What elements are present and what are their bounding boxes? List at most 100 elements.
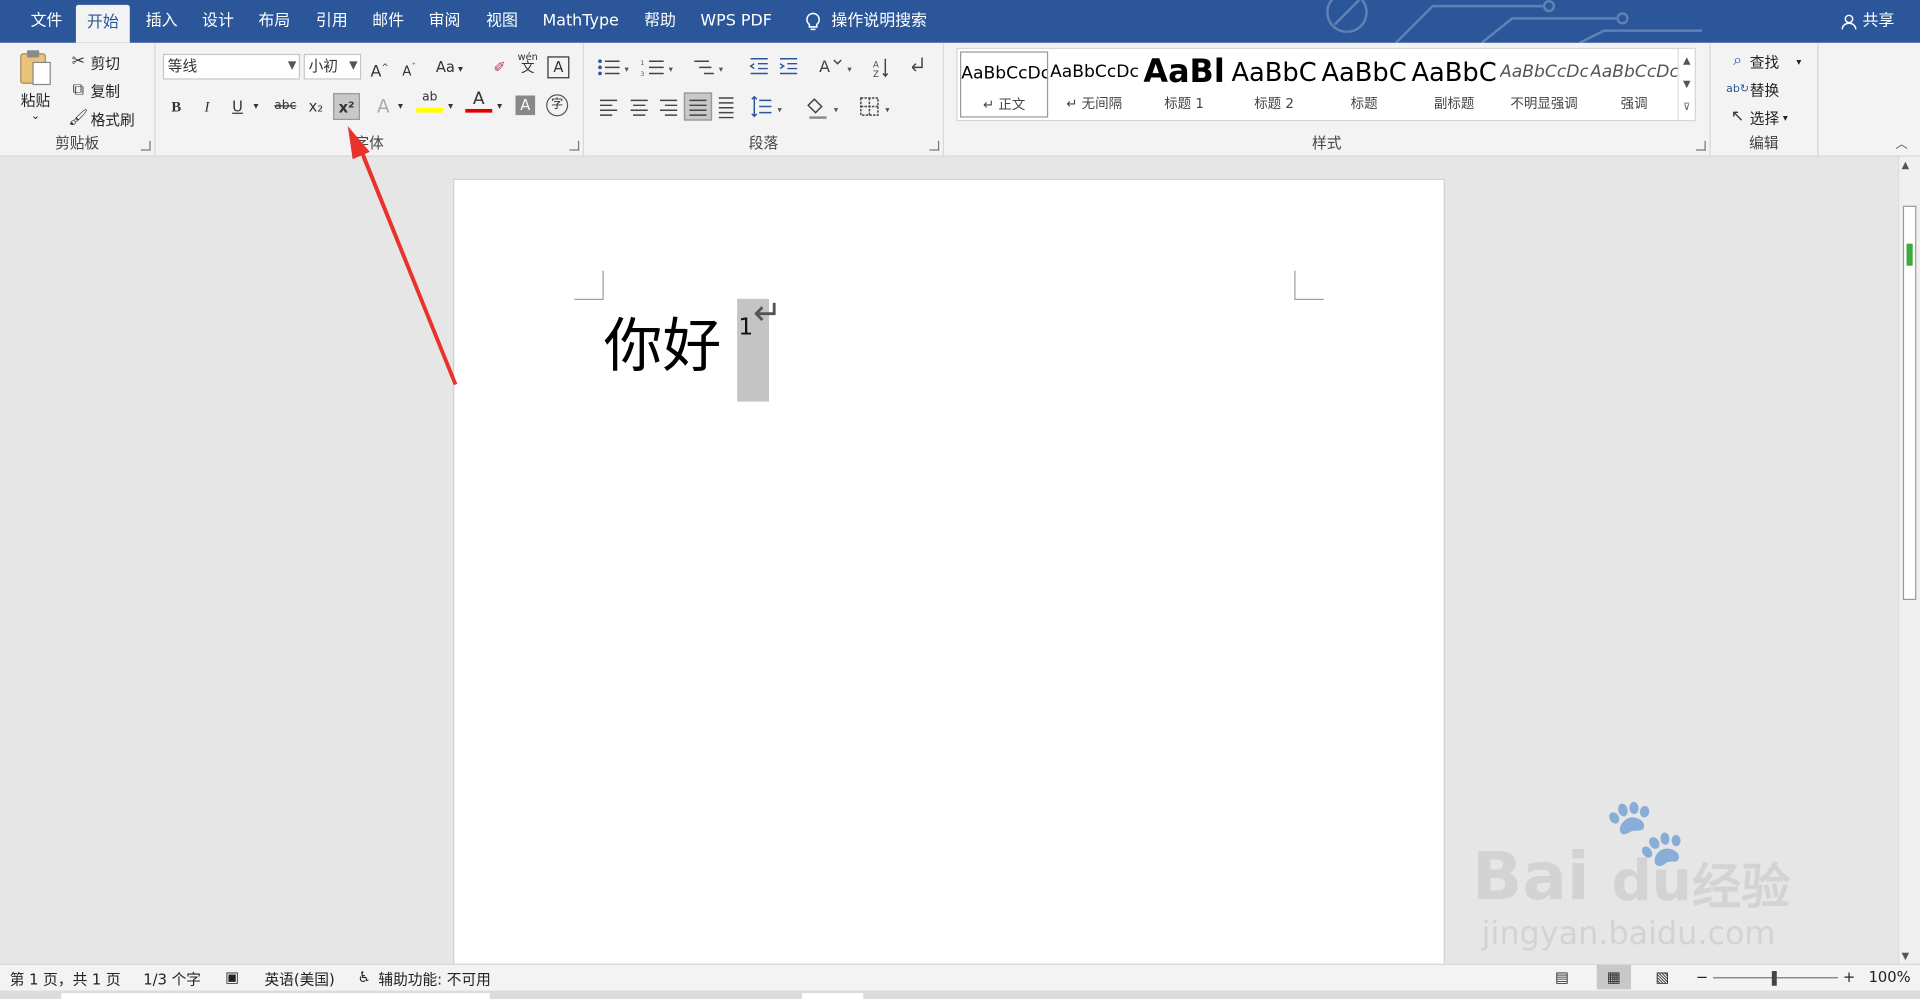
shrink-font-button[interactable]: Aˇ [396, 54, 423, 81]
highlight-button[interactable]: ab [416, 89, 444, 116]
share-button[interactable]: 共享 [1829, 0, 1905, 43]
tab-5[interactable]: 引用 [305, 0, 359, 43]
tab-8[interactable]: 视图 [475, 0, 529, 43]
align-left-icon[interactable] [600, 99, 618, 116]
vertical-scrollbar[interactable]: ▲ ▼ [1897, 156, 1920, 964]
align-center-icon[interactable] [630, 99, 648, 116]
style-item[interactable]: AaBbCcDc 强调 [1590, 51, 1678, 117]
zoom-out-button[interactable]: − [1696, 969, 1708, 986]
shading-icon[interactable] [807, 98, 827, 119]
scroll-thumb[interactable] [1902, 205, 1917, 601]
justify-button[interactable] [683, 92, 713, 121]
line-spacing-dropdown-icon[interactable]: ▾ [778, 106, 783, 116]
find-dropdown-icon[interactable]: ▾ [1796, 56, 1801, 67]
proofing-icon[interactable]: ▣ [225, 969, 239, 986]
decrease-indent-icon[interactable] [749, 58, 768, 75]
styles-launcher-icon[interactable] [1695, 140, 1706, 151]
font-name-combo[interactable]: 等线 ▼ [162, 53, 301, 80]
styles-down-icon[interactable]: ▼ [1679, 72, 1695, 95]
tab-3[interactable]: 设计 [191, 0, 245, 43]
text-effects-dropdown-icon[interactable]: ▾ [393, 93, 408, 120]
styles-up-icon[interactable]: ▲ [1679, 49, 1695, 72]
tab-6[interactable]: 邮件 [361, 0, 415, 43]
styles-scroll[interactable]: ▲ ▼ ⊽ [1677, 48, 1695, 121]
grow-font-button[interactable]: A^ [366, 54, 393, 81]
clear-format-icon[interactable]: ✐ [486, 54, 513, 81]
cut-button[interactable]: ✂ 剪切 [66, 50, 120, 74]
highlight-dropdown-icon[interactable]: ▾ [443, 93, 458, 120]
print-layout-icon[interactable]: ▦ [1596, 964, 1632, 990]
font-launcher-icon[interactable] [569, 140, 580, 151]
enclose-characters-button[interactable]: 字 [546, 94, 569, 117]
line-spacing-icon[interactable] [751, 95, 772, 118]
tab-1[interactable]: 开始 [75, 4, 130, 43]
accessibility-status[interactable]: 辅助功能: 不可用 [378, 969, 490, 990]
style-item[interactable]: AaBbCcDc ↵ 无间隔 [1050, 51, 1138, 117]
select-button[interactable]: ↖ 选择 ▾ [1725, 105, 1788, 129]
format-painter-button[interactable]: 🖌 格式刷 [66, 107, 134, 131]
tab-11[interactable]: WPS PDF [689, 0, 783, 43]
multilevel-dropdown-icon[interactable]: ▾ [719, 65, 724, 75]
chinese-layout-icon[interactable]: A [819, 57, 842, 76]
borders-dropdown-icon[interactable]: ▾ [885, 106, 890, 116]
word-count[interactable]: 1/3 个字 [143, 969, 201, 990]
styles-more-icon[interactable]: ⊽ [1679, 96, 1695, 119]
replace-button[interactable]: ab↻ 替换 [1725, 77, 1779, 101]
style-item[interactable]: AaBbC 标题 [1320, 51, 1408, 117]
numbering-dropdown-icon[interactable]: ▾ [669, 65, 674, 75]
superscript-button[interactable]: x² [333, 93, 361, 121]
read-mode-icon[interactable]: ▤ [1555, 969, 1569, 986]
tab-9[interactable]: MathType [531, 0, 629, 43]
style-item[interactable]: AaBbC 标题 2 [1230, 51, 1318, 117]
paragraph-launcher-icon[interactable] [929, 140, 940, 151]
align-right-icon[interactable] [660, 99, 678, 116]
subscript-button[interactable]: x₂ [302, 93, 329, 120]
borders-icon[interactable] [860, 97, 879, 116]
paste-dropdown-icon[interactable]: ⌄ [31, 110, 40, 122]
underline-button[interactable]: U [224, 93, 251, 120]
style-item[interactable]: AaBbCcDc ↵ 正文 [960, 51, 1049, 118]
bullets-icon[interactable] [598, 59, 620, 76]
style-item[interactable]: AaBbC 副标题 [1410, 51, 1498, 117]
italic-button[interactable]: I [193, 93, 220, 120]
font-color-dropdown-icon[interactable]: ▾ [492, 93, 507, 120]
scroll-up-icon[interactable]: ▲ [1902, 159, 1910, 170]
font-size-combo[interactable]: 小初 ▼ [303, 53, 362, 80]
collapse-ribbon-icon[interactable]: ︿ [1896, 133, 1908, 151]
web-layout-icon[interactable]: ▧ [1656, 969, 1670, 986]
zoom-slider-thumb[interactable] [1771, 971, 1777, 986]
show-marks-icon[interactable] [911, 57, 923, 72]
character-shading-button[interactable]: A [515, 95, 536, 116]
character-border-button[interactable]: A [547, 56, 570, 79]
scroll-down-icon[interactable]: ▼ [1902, 950, 1910, 961]
paste-button[interactable]: 粘贴 ⌄ [12, 48, 59, 126]
copy-button[interactable]: ⧉ 复制 [66, 78, 120, 102]
tab-7[interactable]: 审阅 [418, 0, 472, 43]
font-color-button[interactable]: A [465, 89, 493, 116]
increase-indent-icon[interactable] [779, 58, 798, 75]
language-indicator[interactable]: 英语(美国) [264, 969, 334, 990]
tab-2[interactable]: 插入 [135, 0, 189, 43]
tab-10[interactable]: 帮助 [633, 0, 687, 43]
strikethrough-button[interactable]: abc [272, 93, 299, 120]
chinese-layout-dropdown-icon[interactable]: ▾ [847, 65, 852, 75]
select-dropdown-icon[interactable]: ▾ [1783, 112, 1788, 123]
tell-me-search[interactable]: 操作说明搜索 [793, 0, 938, 43]
shading-dropdown-icon[interactable]: ▾ [834, 106, 839, 116]
style-item[interactable]: AaBl 标题 1 [1140, 51, 1228, 117]
tab-0[interactable]: 文件 [20, 0, 74, 43]
underline-dropdown-icon[interactable]: ▾ [249, 93, 264, 120]
tab-4[interactable]: 布局 [247, 0, 301, 43]
distributed-icon[interactable] [718, 97, 734, 119]
page-count[interactable]: 第 1 页，共 1 页 [10, 969, 121, 990]
clipboard-launcher-icon[interactable] [140, 140, 151, 151]
multilevel-list-icon[interactable] [694, 60, 714, 75]
zoom-level[interactable]: 100% [1869, 969, 1911, 986]
bold-button[interactable]: B [163, 93, 190, 120]
style-item[interactable]: AaBbCcDc 不明显强调 [1500, 51, 1588, 117]
numbering-icon[interactable]: 13 [640, 60, 664, 78]
bullets-dropdown-icon[interactable]: ▾ [624, 65, 629, 75]
zoom-in-button[interactable]: + [1843, 969, 1855, 986]
sort-icon[interactable]: AZ [873, 58, 889, 80]
phonetic-guide-button[interactable]: wén 文 [514, 51, 541, 78]
